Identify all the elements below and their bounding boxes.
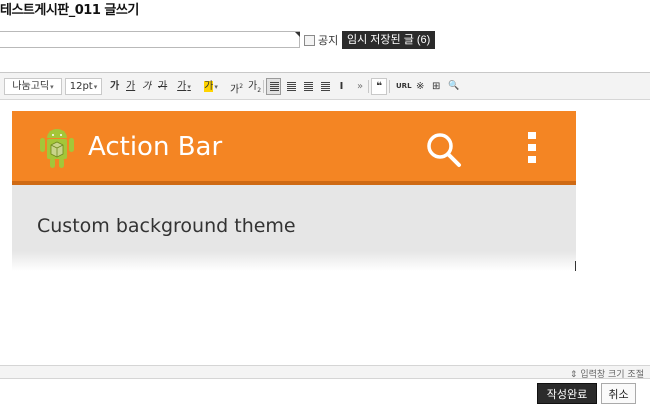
action-bar-title: Action Bar xyxy=(88,132,223,162)
text-cursor xyxy=(575,261,576,271)
embedded-fade xyxy=(12,251,576,271)
resize-label: ⇕ 입력창 크기 조절 xyxy=(569,370,644,380)
editor-area[interactable]: Action Bar Custom background theme xyxy=(0,101,650,365)
temp-saved-posts-button[interactable]: 임시 저장된 글 (6) xyxy=(342,31,436,49)
post-title-input[interactable] xyxy=(0,31,300,48)
underline-button[interactable]: 가 xyxy=(122,78,137,95)
align-center-icon xyxy=(287,82,296,91)
strikethrough-button[interactable]: 가 xyxy=(154,78,169,95)
resize-arrows-icon: ⇕ xyxy=(569,370,581,380)
background-color-button[interactable]: 가▾ xyxy=(198,78,224,95)
embedded-content-text: Custom background theme xyxy=(37,215,296,237)
editor-toolbar: 나눔고딕▾ 12pt▾ 가 가 가 가 가▾ 가▾ 가2 가2 I » ❝ UR… xyxy=(0,72,650,100)
align-left-icon xyxy=(270,82,279,91)
highlighter-icon: 가 xyxy=(204,81,214,92)
embedded-screenshot: Action Bar Custom background theme xyxy=(12,111,576,271)
superscript-button[interactable]: 가2 xyxy=(226,78,243,95)
toolbar-divider xyxy=(368,80,369,93)
action-bar: Action Bar xyxy=(12,111,576,185)
more-options-button[interactable]: » xyxy=(353,78,367,95)
line-height-icon: I xyxy=(339,81,344,92)
quote-button[interactable]: ❝ xyxy=(371,78,387,95)
notice-checkbox[interactable] xyxy=(304,35,315,46)
align-center-button[interactable] xyxy=(283,78,298,95)
align-right-icon xyxy=(304,82,313,91)
font-family-select[interactable]: 나눔고딕▾ xyxy=(4,78,62,95)
page-title: 테스트게시판_011 글쓰기 xyxy=(0,3,139,18)
cancel-button[interactable]: 취소 xyxy=(601,383,636,404)
find-replace-button[interactable]: 🔍 xyxy=(444,78,460,95)
line-height-button[interactable]: I xyxy=(334,78,349,95)
submit-post-button[interactable]: 작성완료 xyxy=(537,383,597,404)
bold-button[interactable]: 가 xyxy=(106,78,121,95)
android-icon xyxy=(40,129,74,168)
search-icon xyxy=(427,133,461,167)
resize-corner-icon xyxy=(295,32,300,37)
align-right-button[interactable] xyxy=(300,78,315,95)
link-button[interactable]: URL xyxy=(392,78,412,95)
toolbar-divider xyxy=(263,80,264,93)
italic-button[interactable]: 가 xyxy=(138,78,153,95)
table-button[interactable]: ⊞ xyxy=(428,78,444,95)
align-justify-icon xyxy=(321,82,330,91)
special-char-button[interactable]: ※ xyxy=(412,78,428,95)
editor-resize-bar[interactable]: ⇕ 입력창 크기 조절 xyxy=(0,365,650,380)
font-size-select[interactable]: 12pt▾ xyxy=(65,78,102,95)
notice-label: 공지 xyxy=(318,34,339,47)
font-color-button[interactable]: 가▾ xyxy=(172,78,196,95)
overflow-menu-icon xyxy=(528,132,536,163)
align-justify-button[interactable] xyxy=(317,78,332,95)
subscript-button[interactable]: 가2 xyxy=(244,78,261,95)
align-left-button[interactable] xyxy=(266,78,281,95)
toolbar-divider xyxy=(389,80,390,93)
